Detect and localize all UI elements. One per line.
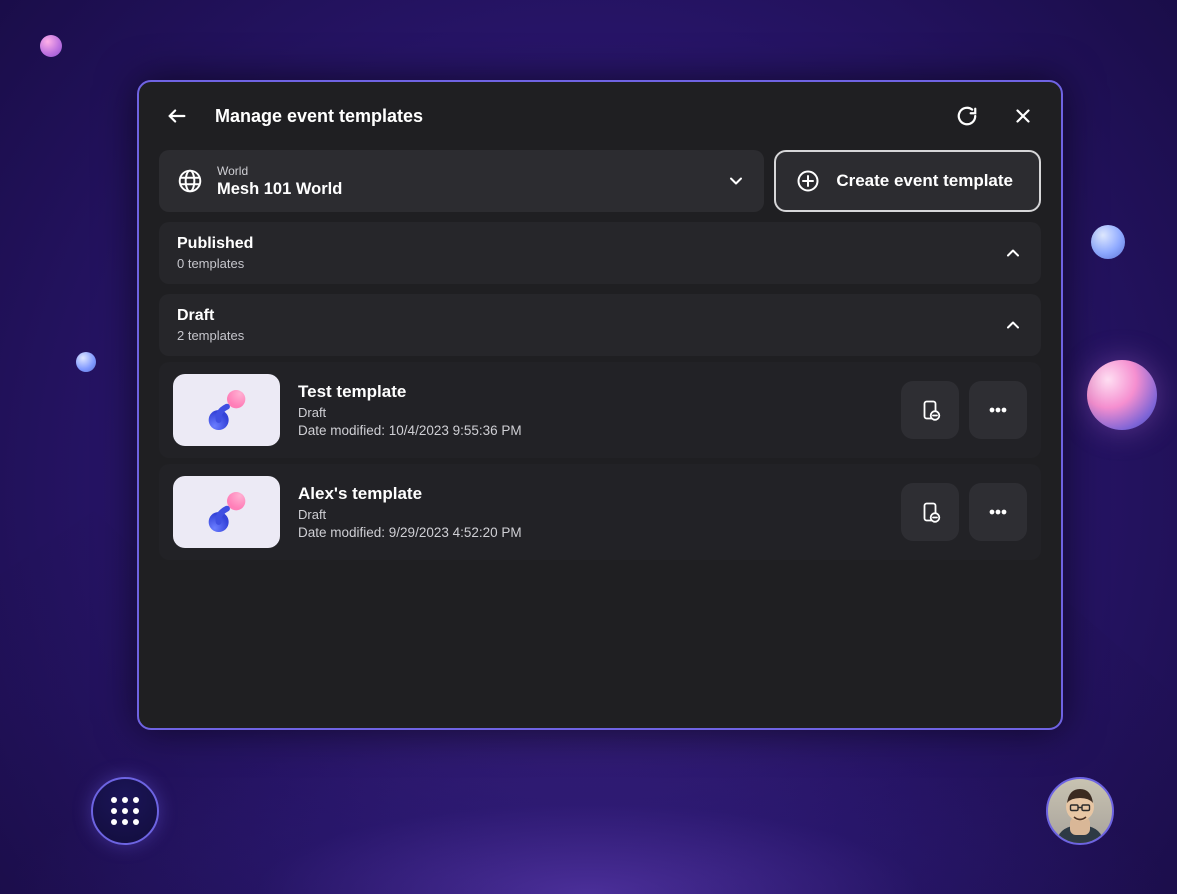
toolbar-row: World Mesh 101 World Create event templa… (159, 150, 1041, 212)
template-date-modified: Date modified: 10/4/2023 9:55:36 PM (298, 423, 883, 438)
template-row[interactable]: Test template Draft Date modified: 10/4/… (159, 362, 1041, 458)
panel-header: Manage event templates (159, 82, 1041, 150)
refresh-icon (956, 105, 978, 127)
refresh-button[interactable] (949, 98, 985, 134)
unpublish-button[interactable] (901, 483, 959, 541)
create-event-template-button[interactable]: Create event template (774, 150, 1041, 212)
background-orb (1091, 225, 1125, 259)
world-selector[interactable]: World Mesh 101 World (159, 150, 764, 212)
template-info: Test template Draft Date modified: 10/4/… (298, 382, 883, 438)
globe-icon (177, 168, 203, 194)
template-info: Alex's template Draft Date modified: 9/2… (298, 484, 883, 540)
template-actions (901, 381, 1027, 439)
chevron-up-icon (1003, 315, 1023, 335)
section-subtitle: 2 templates (177, 328, 244, 343)
device-remove-icon (918, 398, 942, 422)
avatar-icon (1050, 783, 1110, 843)
device-remove-icon (918, 500, 942, 524)
section-title: Published (177, 235, 253, 253)
app-menu-button[interactable] (91, 777, 159, 845)
section-draft[interactable]: Draft 2 templates (159, 294, 1041, 356)
back-arrow-icon (166, 105, 188, 127)
back-button[interactable] (159, 98, 195, 134)
more-options-button[interactable] (969, 483, 1027, 541)
template-status: Draft (298, 405, 883, 420)
world-selector-value: Mesh 101 World (217, 180, 712, 199)
section-title: Draft (177, 307, 244, 325)
unpublish-button[interactable] (901, 381, 959, 439)
background-orb (40, 35, 62, 57)
chevron-down-icon (726, 171, 746, 191)
chevron-up-icon (1003, 243, 1023, 263)
more-options-button[interactable] (969, 381, 1027, 439)
template-actions (901, 483, 1027, 541)
more-horizontal-icon (986, 500, 1010, 524)
template-name: Test template (298, 382, 883, 402)
section-published[interactable]: Published 0 templates (159, 222, 1041, 284)
background-orb (76, 352, 96, 372)
more-horizontal-icon (986, 398, 1010, 422)
mesh-logo-icon (202, 385, 252, 435)
plus-circle-icon (796, 169, 820, 193)
manage-templates-panel: Manage event templates World Mesh 101 Wo… (137, 80, 1063, 730)
template-date-modified: Date modified: 9/29/2023 4:52:20 PM (298, 525, 883, 540)
world-selector-text: World Mesh 101 World (217, 164, 712, 199)
background-orb (1087, 360, 1157, 430)
world-selector-label: World (217, 164, 712, 178)
section-subtitle: 0 templates (177, 256, 253, 271)
template-row[interactable]: Alex's template Draft Date modified: 9/2… (159, 464, 1041, 560)
template-thumbnail (173, 476, 280, 548)
mesh-logo-icon (202, 487, 252, 537)
template-thumbnail (173, 374, 280, 446)
close-icon (1012, 105, 1034, 127)
template-name: Alex's template (298, 484, 883, 504)
background-glow (0, 734, 1177, 894)
create-button-label: Create event template (836, 171, 1013, 191)
close-button[interactable] (1005, 98, 1041, 134)
template-status: Draft (298, 507, 883, 522)
panel-title: Manage event templates (215, 106, 929, 127)
user-avatar-button[interactable] (1046, 777, 1114, 845)
grid-icon (111, 797, 139, 825)
